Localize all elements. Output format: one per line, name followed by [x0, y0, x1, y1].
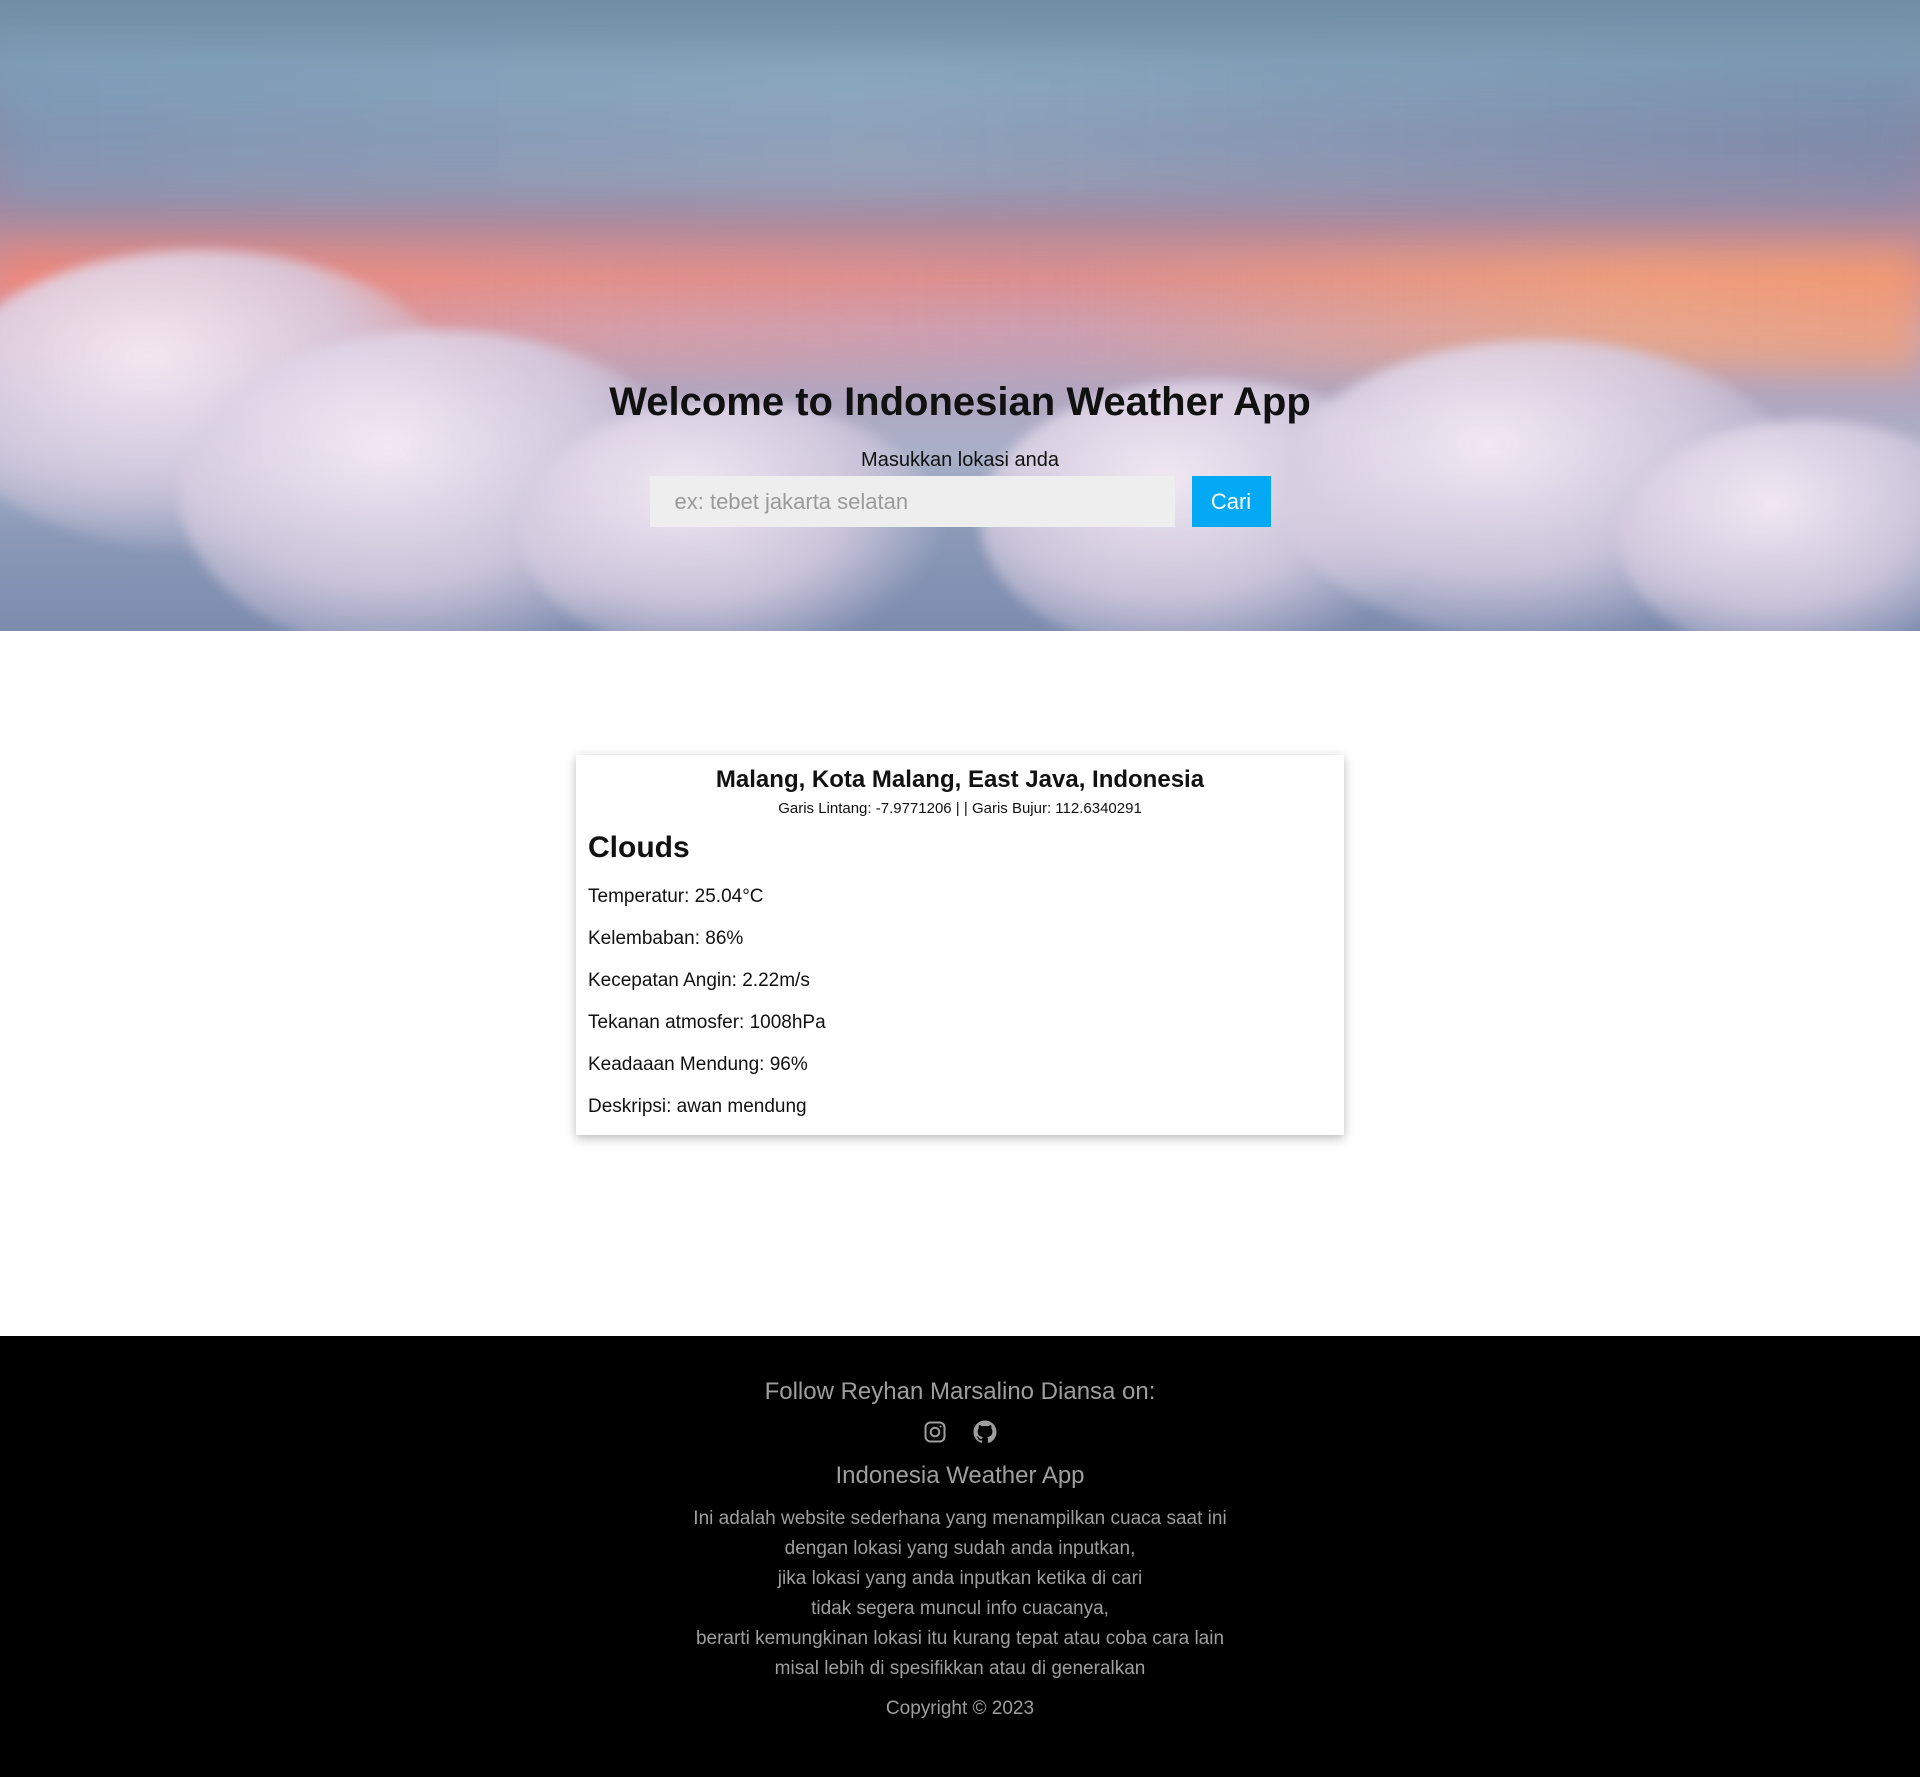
location-search-input[interactable]: [649, 476, 1175, 527]
location-label: Masukkan lokasi anda: [861, 449, 1059, 471]
description-line: dengan lokasi yang sudah anda inputkan,: [784, 1538, 1136, 1559]
coordinates: Garis Lintang: -7.9771206 | | Garis Buju…: [588, 800, 1332, 817]
description: Deskripsi: awan mendung: [588, 1096, 807, 1117]
follow-text: Follow Reyhan Marsalino Diansa on:: [764, 1378, 1156, 1405]
description-line: misal lebih di spesifikkan atau di gener…: [774, 1658, 1146, 1679]
cloudiness: Keadaaan Mendung: 96%: [588, 1054, 808, 1075]
github-icon[interactable]: [973, 1420, 997, 1444]
instagram-icon[interactable]: [923, 1420, 947, 1444]
latitude: Garis Lintang: -7.9771206 |: [778, 800, 960, 817]
sky-background: [0, 60, 1920, 200]
longitude: | Garis Bujur: 112.6340291: [963, 800, 1142, 817]
pressure: Tekanan atmosfer: 1008hPa: [588, 1012, 826, 1033]
location-name: Malang, Kota Malang, East Java, Indonesi…: [715, 766, 1205, 793]
search-form: Cari: [0, 476, 1920, 527]
temperature: Temperatur: 25.04°C: [588, 886, 764, 907]
hero-section: Welcome to Indonesian Weather App Masukk…: [0, 0, 1920, 631]
footer-description: Ini adalah website sederhana yang menamp…: [0, 1504, 1920, 1684]
footer-app-name: Indonesia Weather App: [835, 1462, 1085, 1489]
description-line: Ini adalah website sederhana yang menamp…: [693, 1508, 1227, 1529]
description-line: jika lokasi yang anda inputkan ketika di…: [777, 1568, 1143, 1589]
description-line: tidak segera muncul info cuacanya,: [811, 1598, 1109, 1619]
social-links: [0, 1420, 1920, 1444]
page-title: Welcome to Indonesian Weather App: [609, 380, 1311, 424]
search-button[interactable]: Cari: [1191, 476, 1271, 527]
footer: Follow Reyhan Marsalino Diansa on: Indon…: [0, 1336, 1920, 1777]
wind-speed: Kecepatan Angin: 2.22m/s: [588, 970, 810, 991]
description-line: berarti kemungkinan lokasi itu kurang te…: [695, 1628, 1225, 1649]
weather-condition: Clouds: [588, 831, 690, 864]
copyright: Copyright © 2023: [885, 1698, 1035, 1719]
weather-card: Malang, Kota Malang, East Java, Indonesi…: [576, 755, 1344, 1135]
hero-content: Welcome to Indonesian Weather App Masukk…: [0, 380, 1920, 527]
humidity: Kelembaban: 86%: [588, 928, 744, 949]
